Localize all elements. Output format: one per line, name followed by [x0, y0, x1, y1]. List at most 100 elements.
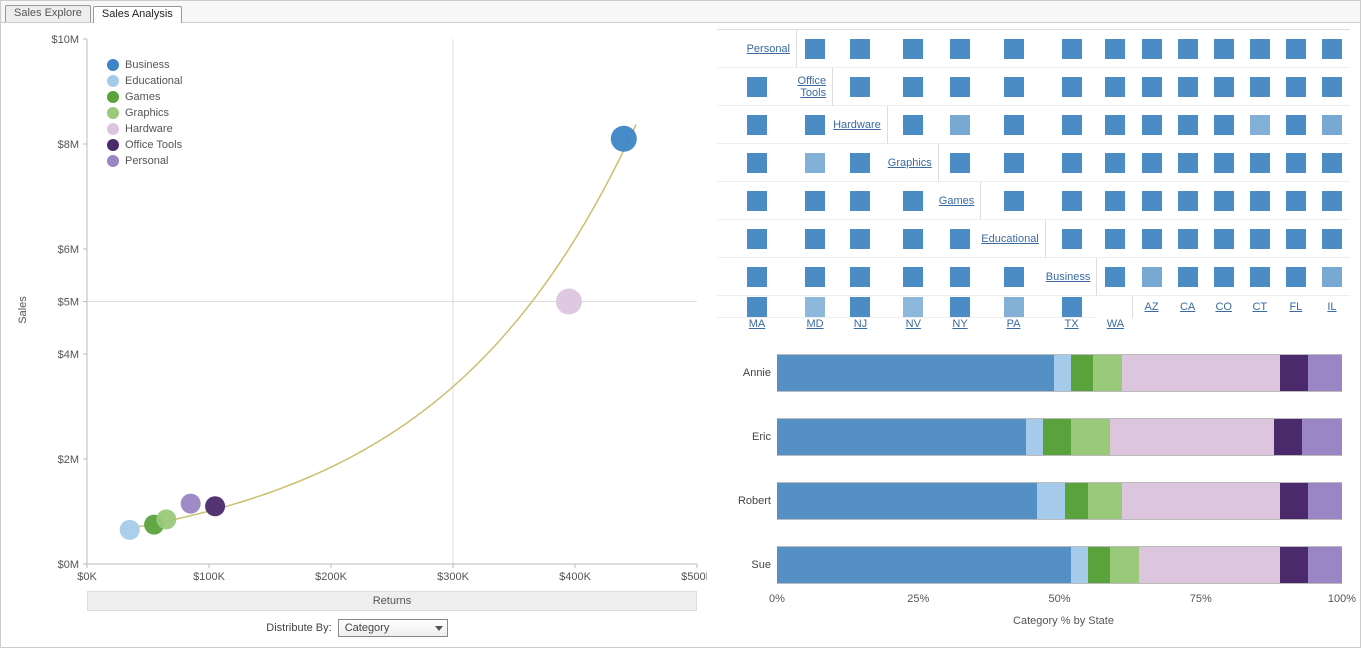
heatmap-cell[interactable] — [833, 68, 888, 106]
heatmap-col-label[interactable]: FL — [1289, 301, 1302, 313]
scatter-chart[interactable]: Sales $0K$100K$200K$300K$400K$500K$0M$2M… — [7, 29, 707, 591]
heatmap-cell[interactable] — [1133, 144, 1169, 182]
heatmap-cell[interactable] — [717, 296, 797, 318]
heatmap-cell[interactable] — [939, 258, 981, 296]
heatmap-cell[interactable] — [939, 30, 981, 68]
heatmap-chart[interactable]: PersonalOffice ToolsHardwareGraphicsGame… — [717, 29, 1350, 339]
heatmap-cell[interactable] — [717, 106, 797, 144]
heatmap-cell[interactable] — [797, 258, 833, 296]
stacked-bar[interactable] — [777, 482, 1342, 520]
heatmap-cell[interactable] — [1133, 30, 1169, 68]
heatmap-cell[interactable] — [1206, 30, 1242, 68]
heatmap-col-label[interactable]: MD — [806, 318, 823, 330]
heatmap-cell[interactable] — [1278, 106, 1314, 144]
stacked-segment[interactable] — [1308, 355, 1342, 391]
heatmap-cell[interactable] — [797, 182, 833, 220]
legend-item[interactable]: Office Tools — [107, 137, 183, 153]
legend-item[interactable]: Games — [107, 89, 183, 105]
heatmap-cell[interactable] — [1046, 68, 1098, 106]
stacked-segment[interactable] — [1043, 419, 1071, 455]
heatmap-cell[interactable] — [981, 296, 1046, 318]
stacked-segment[interactable] — [1139, 547, 1280, 583]
heatmap-cell[interactable] — [1097, 144, 1133, 182]
heatmap-cell[interactable] — [1242, 106, 1278, 144]
tab-sales-analysis[interactable]: Sales Analysis — [93, 6, 182, 23]
heatmap-cell[interactable] — [1046, 220, 1098, 258]
heatmap-cell[interactable] — [1278, 144, 1314, 182]
heatmap-row-label[interactable]: Games — [939, 195, 980, 207]
heatmap-cell[interactable] — [939, 144, 981, 182]
heatmap-cell[interactable] — [981, 144, 1046, 182]
stacked-segment[interactable] — [1093, 355, 1121, 391]
heatmap-col-label[interactable]: CT — [1252, 301, 1267, 313]
stacked-segment[interactable] — [1122, 483, 1280, 519]
heatmap-cell[interactable] — [1046, 30, 1098, 68]
heatmap-cell[interactable] — [833, 30, 888, 68]
heatmap-cell[interactable] — [888, 258, 939, 296]
heatmap-cell[interactable] — [1242, 30, 1278, 68]
heatmap-cell[interactable] — [1314, 182, 1350, 220]
heatmap-cell[interactable] — [1314, 30, 1350, 68]
stacked-segment[interactable] — [1071, 355, 1094, 391]
heatmap-cell[interactable] — [1170, 182, 1206, 220]
heatmap-cell[interactable] — [1046, 106, 1098, 144]
heatmap-cell[interactable] — [1133, 68, 1169, 106]
heatmap-cell[interactable] — [888, 68, 939, 106]
heatmap-col-label[interactable]: CO — [1215, 301, 1232, 313]
heatmap-cell[interactable] — [717, 220, 797, 258]
heatmap-cell[interactable] — [717, 182, 797, 220]
heatmap-cell[interactable] — [1278, 30, 1314, 68]
heatmap-cell[interactable] — [833, 182, 888, 220]
heatmap-col-label[interactable]: WA — [1107, 318, 1124, 330]
heatmap-cell[interactable] — [797, 144, 833, 182]
stacked-segment[interactable] — [1071, 419, 1111, 455]
heatmap-cell[interactable] — [981, 30, 1046, 68]
heatmap-cell[interactable] — [939, 296, 981, 318]
stacked-segment[interactable] — [1308, 483, 1342, 519]
heatmap-cell[interactable] — [1133, 182, 1169, 220]
legend-item[interactable]: Hardware — [107, 121, 183, 137]
stacked-segment[interactable] — [1110, 547, 1138, 583]
stacked-bar[interactable] — [777, 546, 1342, 584]
heatmap-cell[interactable] — [888, 106, 939, 144]
stacked-segment[interactable] — [1026, 419, 1043, 455]
heatmap-col-label[interactable]: MA — [749, 318, 766, 330]
heatmap-cell[interactable] — [1278, 258, 1314, 296]
heatmap-cell[interactable] — [939, 106, 981, 144]
heatmap-cell[interactable] — [1097, 106, 1133, 144]
heatmap-row-label[interactable]: Personal — [747, 43, 796, 55]
heatmap-cell[interactable] — [1170, 258, 1206, 296]
heatmap-cell[interactable] — [1206, 144, 1242, 182]
heatmap-cell[interactable] — [1314, 220, 1350, 258]
heatmap-row-label[interactable]: Business — [1046, 271, 1097, 283]
stacked-segment[interactable] — [1037, 483, 1065, 519]
heatmap-cell[interactable] — [1097, 30, 1133, 68]
stacked-segment[interactable] — [1065, 483, 1088, 519]
stacked-segment[interactable] — [1071, 547, 1088, 583]
heatmap-cell[interactable] — [1170, 106, 1206, 144]
heatmap-cell[interactable] — [797, 30, 833, 68]
heatmap-cell[interactable] — [1046, 144, 1098, 182]
heatmap-cell[interactable] — [1206, 258, 1242, 296]
tab-sales-explore[interactable]: Sales Explore — [5, 5, 91, 22]
heatmap-cell[interactable] — [1314, 258, 1350, 296]
heatmap-cell[interactable] — [1314, 106, 1350, 144]
heatmap-row-label[interactable]: Office Tools — [797, 75, 832, 99]
heatmap-cell[interactable] — [1046, 296, 1098, 318]
heatmap-col-label[interactable]: NV — [906, 318, 921, 330]
stacked-segment[interactable] — [1280, 483, 1308, 519]
heatmap-cell[interactable] — [1206, 106, 1242, 144]
heatmap-cell[interactable] — [1314, 68, 1350, 106]
stacked-bar-chart[interactable]: AnnieEricRobertSue 0%25%50%75%100% Categ… — [717, 339, 1350, 641]
heatmap-cell[interactable] — [717, 68, 797, 106]
heatmap-cell[interactable] — [833, 296, 888, 318]
stacked-segment[interactable] — [1302, 419, 1342, 455]
heatmap-cell[interactable] — [1242, 182, 1278, 220]
heatmap-cell[interactable] — [1133, 258, 1169, 296]
stacked-segment[interactable] — [1054, 355, 1071, 391]
heatmap-cell[interactable] — [1097, 68, 1133, 106]
heatmap-cell[interactable] — [1206, 220, 1242, 258]
legend-item[interactable]: Business — [107, 57, 183, 73]
stacked-segment[interactable] — [1280, 547, 1308, 583]
heatmap-cell[interactable] — [888, 220, 939, 258]
